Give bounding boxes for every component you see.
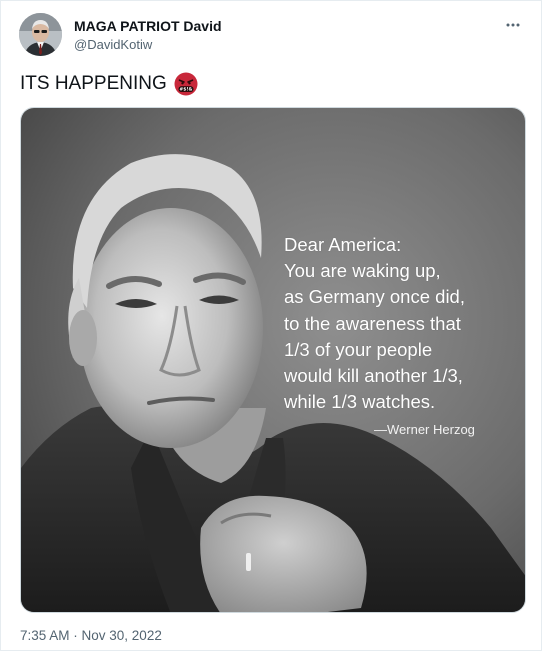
quote-text: Dear America: You are waking up, as Germ… bbox=[284, 232, 465, 415]
author-handle[interactable]: @DavidKotiw bbox=[74, 36, 222, 54]
avatar-image bbox=[19, 13, 62, 56]
quote-line: You are waking up, bbox=[284, 260, 441, 282]
tweet-timestamp[interactable]: 7:35 AM · Nov 30, 2022 bbox=[20, 628, 162, 643]
quote-line: Dear America: bbox=[284, 234, 402, 255]
tweet-header: MAGA PATRIOT David @DavidKotiw bbox=[19, 13, 529, 59]
svg-text:#$!&: #$!& bbox=[179, 87, 192, 93]
quote-line: while 1/3 watches. bbox=[284, 391, 436, 413]
quote-attribution: —Werner Herzog bbox=[374, 422, 475, 437]
tweet-text: ITS HAPPENING bbox=[20, 73, 167, 94]
quote-line: to the awareness that bbox=[284, 312, 461, 334]
author-names: MAGA PATRIOT David @DavidKotiw bbox=[74, 17, 222, 54]
tweet-card: MAGA PATRIOT David @DavidKotiw ITS HAPPE… bbox=[0, 0, 542, 651]
quote-line: as Germany once did, bbox=[284, 286, 465, 308]
face-with-symbols-on-mouth-icon: #$!& bbox=[174, 72, 198, 96]
author-display-name[interactable]: MAGA PATRIOT David bbox=[74, 17, 222, 35]
tweet-text-row: ITS HAPPENING #$!& bbox=[20, 71, 198, 97]
more-horizontal-icon bbox=[506, 23, 520, 27]
avatar[interactable] bbox=[19, 13, 62, 56]
more-options-button[interactable] bbox=[501, 13, 525, 37]
tweet-image[interactable]: Dear America: You are waking up, as Germ… bbox=[20, 107, 526, 613]
quote-line: 1/3 of your people bbox=[284, 338, 433, 360]
quote-line: would kill another 1/3, bbox=[284, 365, 463, 387]
